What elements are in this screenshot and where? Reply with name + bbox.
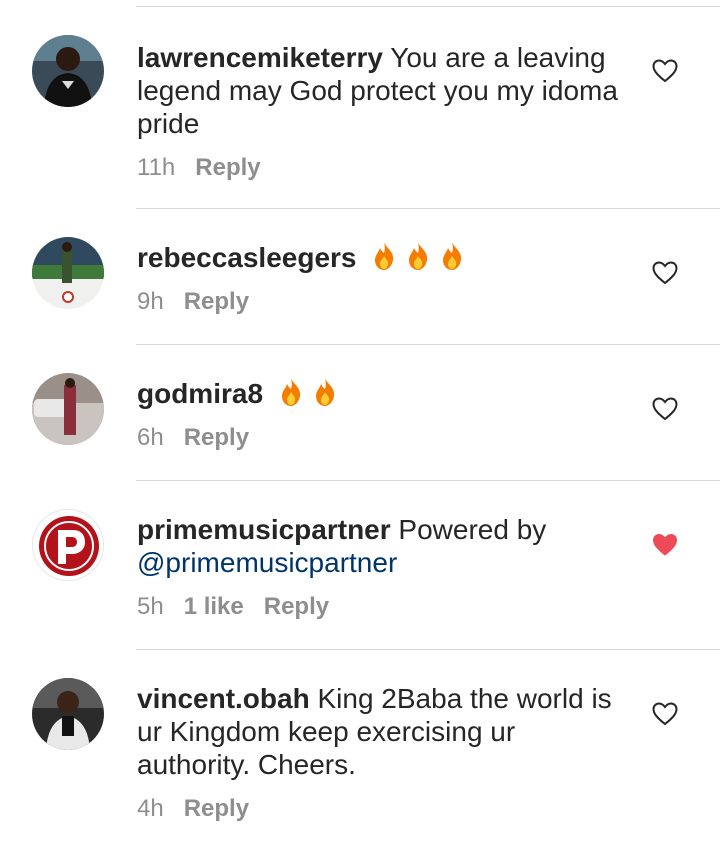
divider xyxy=(136,480,720,481)
like-heart-icon[interactable] xyxy=(652,702,678,726)
divider xyxy=(136,6,720,7)
comment-username[interactable]: rebeccasleegers xyxy=(137,242,357,273)
comment-time[interactable]: 6h xyxy=(137,424,164,452)
divider xyxy=(136,649,720,650)
fire-icon xyxy=(443,242,462,270)
liked-heart-icon[interactable] xyxy=(652,533,678,557)
avatar[interactable] xyxy=(32,509,104,581)
comment-username[interactable]: lawrencemiketerry xyxy=(137,42,383,73)
reply-button[interactable]: Reply xyxy=(184,424,249,452)
fire-icon xyxy=(315,378,334,406)
like-heart-icon[interactable] xyxy=(652,261,678,285)
reply-button[interactable]: Reply xyxy=(195,154,260,182)
fire-emoji-group xyxy=(372,241,464,271)
comment-username[interactable]: godmira8 xyxy=(137,378,263,409)
reply-button[interactable]: Reply xyxy=(264,593,329,621)
divider xyxy=(136,208,720,209)
comment-time[interactable]: 4h xyxy=(137,795,164,823)
avatar[interactable] xyxy=(32,237,104,309)
fire-icon xyxy=(375,242,394,270)
divider xyxy=(136,344,720,345)
likes-count[interactable]: 1 like xyxy=(184,593,244,621)
avatar[interactable] xyxy=(32,35,104,107)
like-heart-icon[interactable] xyxy=(652,397,678,421)
fire-emoji-group xyxy=(279,377,337,407)
mention-link[interactable]: @primemusicpartner xyxy=(137,547,397,578)
comment-text: Powered by xyxy=(398,514,547,545)
comment-time[interactable]: 5h xyxy=(137,593,164,621)
avatar[interactable] xyxy=(32,678,104,750)
comment-time[interactable]: 11h xyxy=(137,154,175,182)
comment-username[interactable]: primemusicpartner xyxy=(137,514,391,545)
comment-username[interactable]: vincent.obah xyxy=(137,683,310,714)
reply-button[interactable]: Reply xyxy=(184,795,249,823)
fire-icon xyxy=(409,242,428,270)
comment-time[interactable]: 9h xyxy=(137,288,164,316)
fire-icon xyxy=(281,378,300,406)
like-heart-icon[interactable] xyxy=(652,59,678,83)
avatar[interactable] xyxy=(32,373,104,445)
reply-button[interactable]: Reply xyxy=(184,288,249,316)
